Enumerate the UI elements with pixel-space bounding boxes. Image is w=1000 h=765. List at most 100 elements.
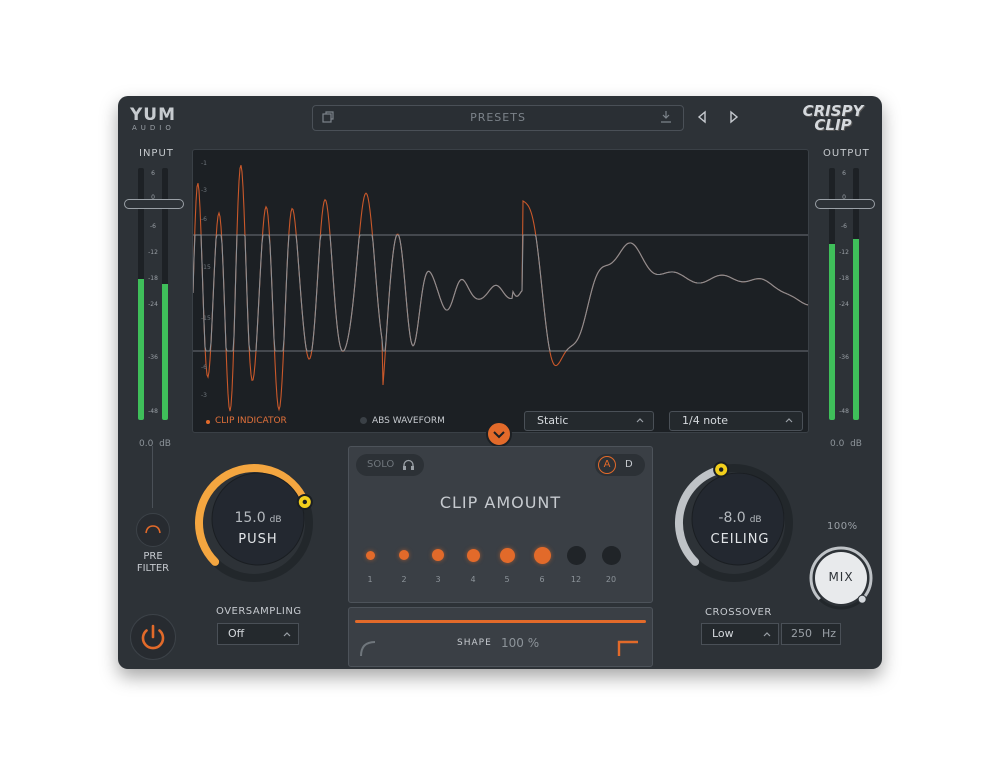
output-readout: 0.0 dB — [830, 439, 862, 449]
output-level-left — [829, 243, 835, 420]
pre-filter-line2: FILTER — [136, 563, 170, 574]
display-scale-label: -6 — [201, 216, 207, 223]
filter-curve-icon — [145, 525, 161, 534]
display-mode-dropdown[interactable]: Static — [524, 411, 654, 431]
oversampling-dropdown[interactable]: Off — [217, 623, 299, 645]
chevron-up-icon — [636, 418, 644, 423]
pre-filter-label: PRE FILTER — [128, 551, 178, 575]
a-button[interactable]: A — [598, 456, 616, 474]
meter-tick: -24 — [839, 301, 849, 308]
ab-compare[interactable]: A D — [595, 454, 645, 476]
oversampling-label: OVERSAMPLING — [216, 606, 302, 617]
next-arrow-icon[interactable] — [728, 110, 740, 124]
clip-amount-option[interactable]: 3 — [427, 549, 449, 584]
pre-filter-line1: PRE — [143, 551, 163, 562]
abs-waveform-toggle[interactable]: ABS WAVEFORM — [360, 416, 445, 426]
hard-curve-icon — [617, 640, 638, 656]
clip-amount-dot — [365, 550, 375, 560]
shape-slider[interactable] — [355, 620, 646, 623]
solo-label: SOLO — [367, 459, 395, 470]
clip-amount-number: 6 — [539, 575, 545, 584]
mix-label: MIX — [828, 570, 854, 584]
crossover-band-value: Low — [712, 627, 734, 640]
display-scale-label: -15 — [201, 315, 211, 322]
mix-handle — [857, 594, 867, 604]
output-meter-title: OUTPUT — [823, 148, 870, 159]
ceiling-label: CEILING — [710, 532, 770, 547]
download-icon[interactable] — [659, 110, 673, 124]
meter-tick: -18 — [839, 275, 849, 282]
shape-label: SHAPE — [457, 638, 492, 648]
d-button[interactable]: D — [625, 459, 633, 470]
display-rate-value: 1/4 note — [682, 414, 728, 427]
clip-amount-number: 12 — [570, 575, 582, 584]
presets-bar[interactable]: PRESETS — [312, 105, 684, 131]
presets-label: PRESETS — [470, 111, 526, 124]
crossover-freq-field[interactable]: 250 Hz — [781, 623, 841, 645]
plugin-window: YUM AUDIO PRESETS CRISPY CLIP INPUT 6 0 -6… — [118, 96, 882, 669]
prev-arrow-icon[interactable] — [696, 110, 708, 124]
crossover-freq-value: 250 — [791, 627, 812, 640]
abs-waveform-dot — [360, 417, 367, 424]
output-readout-value: 0.0 — [830, 439, 845, 449]
clip-amount-option[interactable]: 2 — [393, 550, 415, 584]
crispy-clip-logo: CRISPY CLIP — [794, 104, 872, 138]
clip-amount-option[interactable]: 1 — [359, 550, 381, 584]
meter-tick: -6 — [841, 223, 847, 230]
clip-amount-option[interactable]: 5 — [496, 547, 518, 584]
clip-amount-number: 20 — [605, 575, 617, 584]
chevron-up-icon — [283, 632, 291, 637]
output-waveform — [193, 234, 808, 352]
abs-waveform-label: ABS WAVEFORM — [372, 416, 445, 426]
shape-panel: SHAPE 100 % — [348, 607, 653, 667]
mix-value: 100% — [827, 521, 858, 532]
clip-amount-dot — [533, 546, 551, 564]
crossover-label: CROSSOVER — [705, 607, 772, 618]
clip-amount-option[interactable]: 20 — [600, 545, 622, 584]
input-level-right — [162, 283, 168, 420]
clip-amount-dot — [466, 548, 480, 562]
collapse-display-button[interactable] — [486, 421, 512, 447]
pre-filter-button[interactable] — [136, 513, 170, 547]
crossover-freq-unit: Hz — [822, 627, 837, 640]
clip-amount-dot — [601, 545, 621, 565]
meter-tick: -36 — [839, 354, 849, 361]
meter-tick: -24 — [148, 301, 158, 308]
meter-tick: -48 — [148, 408, 158, 415]
clip-amount-option[interactable]: 4 — [462, 548, 484, 584]
clip-amount-option[interactable]: 12 — [565, 545, 587, 584]
chevron-up-icon — [763, 632, 771, 637]
push-label: PUSH — [238, 532, 278, 547]
meter-tick: -6 — [150, 223, 156, 230]
shape-value: 100 % — [501, 636, 540, 650]
ceiling-value-number: -8.0 — [718, 510, 746, 526]
meter-tick: 6 — [842, 170, 846, 177]
display-scale-label: -15 — [201, 264, 211, 271]
clip-amount-dot — [399, 550, 409, 560]
clip-indicator-toggle[interactable]: CLIP INDICATOR — [206, 416, 287, 426]
meter-tick: 0 — [151, 194, 155, 201]
clip-amount-number: 5 — [504, 575, 510, 584]
ceiling-value-unit: dB — [749, 515, 762, 525]
soft-curve-icon — [360, 641, 376, 657]
display-scale-label: -3 — [201, 392, 207, 399]
solo-button[interactable]: SOLO — [356, 454, 424, 476]
meter-tick: -48 — [839, 408, 849, 415]
ceiling-value: -8.0 dB — [700, 510, 780, 526]
clip-amount-dot — [566, 545, 586, 565]
oversampling-value: Off — [228, 627, 245, 640]
output-meter: 6 0 -6 -12 -18 -24 -36 -48 — [815, 168, 875, 424]
meter-tick: -12 — [148, 249, 158, 256]
crossover-band-dropdown[interactable]: Low — [701, 623, 779, 645]
display-rate-dropdown[interactable]: 1/4 note — [669, 411, 803, 431]
output-readout-unit: dB — [850, 439, 862, 449]
clip-amount-number: 1 — [367, 575, 373, 584]
display-mode-value: Static — [537, 414, 569, 427]
clip-amount-number: 4 — [470, 575, 476, 584]
yum-audio-logo: YUM AUDIO — [130, 107, 190, 133]
power-button[interactable] — [130, 614, 176, 660]
clip-amount-option[interactable]: 6 — [531, 546, 553, 584]
pre-filter-link-line — [152, 446, 153, 508]
clip-indicator-dot — [206, 420, 210, 424]
clip-amount-number: 3 — [435, 575, 441, 584]
